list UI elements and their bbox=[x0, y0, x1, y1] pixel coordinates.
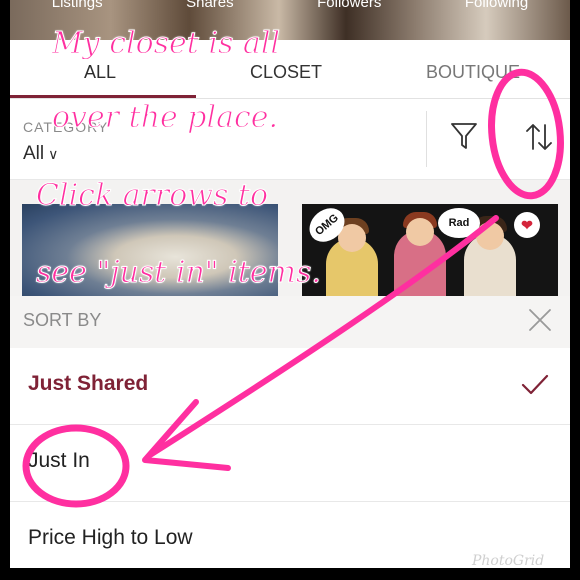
listing-thumbnail[interactable]: OMG Rad ❤ bbox=[302, 204, 558, 300]
stat-following[interactable]: Following bbox=[465, 0, 528, 11]
photogrid-watermark: PhotoGrid bbox=[472, 553, 545, 569]
annotation-text: My closet is all bbox=[51, 26, 281, 62]
figure bbox=[406, 218, 434, 246]
sort-option-label: Price High to Low bbox=[28, 526, 193, 549]
close-icon[interactable] bbox=[526, 306, 554, 334]
profile-stats: Listings Shares Followers Following bbox=[10, 0, 570, 11]
annotation-text: over the place. bbox=[51, 100, 279, 136]
annotation-text: see "just in" items. bbox=[36, 255, 322, 291]
sort-sheet: SORT BY Just Shared Just In Price High t… bbox=[10, 296, 570, 568]
sort-sheet-title: SORT BY bbox=[23, 310, 102, 330]
tab-all[interactable]: ALL bbox=[84, 62, 116, 83]
sort-sheet-header: SORT BY bbox=[10, 296, 570, 348]
speech-bubble: Rad bbox=[438, 208, 480, 238]
tab-closet[interactable]: CLOSET bbox=[250, 62, 322, 83]
figure bbox=[476, 222, 504, 250]
sort-icon[interactable] bbox=[524, 121, 554, 153]
active-tab-indicator bbox=[10, 95, 196, 98]
sort-option-label: Just Shared bbox=[28, 372, 149, 395]
chevron-down-icon: ∨ bbox=[48, 146, 59, 162]
tab-boutique[interactable]: BOUTIQUE bbox=[426, 62, 520, 83]
stat-listings[interactable]: Listings bbox=[52, 0, 103, 11]
category-value: All bbox=[23, 143, 45, 164]
divider bbox=[426, 111, 427, 167]
category-dropdown[interactable]: All ∨ bbox=[23, 143, 58, 165]
filter-icon[interactable] bbox=[450, 121, 478, 151]
annotation-text: Click arrows to bbox=[35, 178, 269, 214]
check-icon bbox=[521, 374, 549, 395]
heart-icon: ❤ bbox=[514, 212, 540, 238]
stat-shares[interactable]: Shares bbox=[186, 0, 234, 11]
stat-followers[interactable]: Followers bbox=[317, 0, 381, 11]
sort-option-just-shared[interactable]: Just Shared bbox=[10, 348, 570, 425]
sort-option-label: Just In bbox=[28, 449, 90, 472]
sort-option-just-in[interactable]: Just In bbox=[10, 425, 570, 502]
